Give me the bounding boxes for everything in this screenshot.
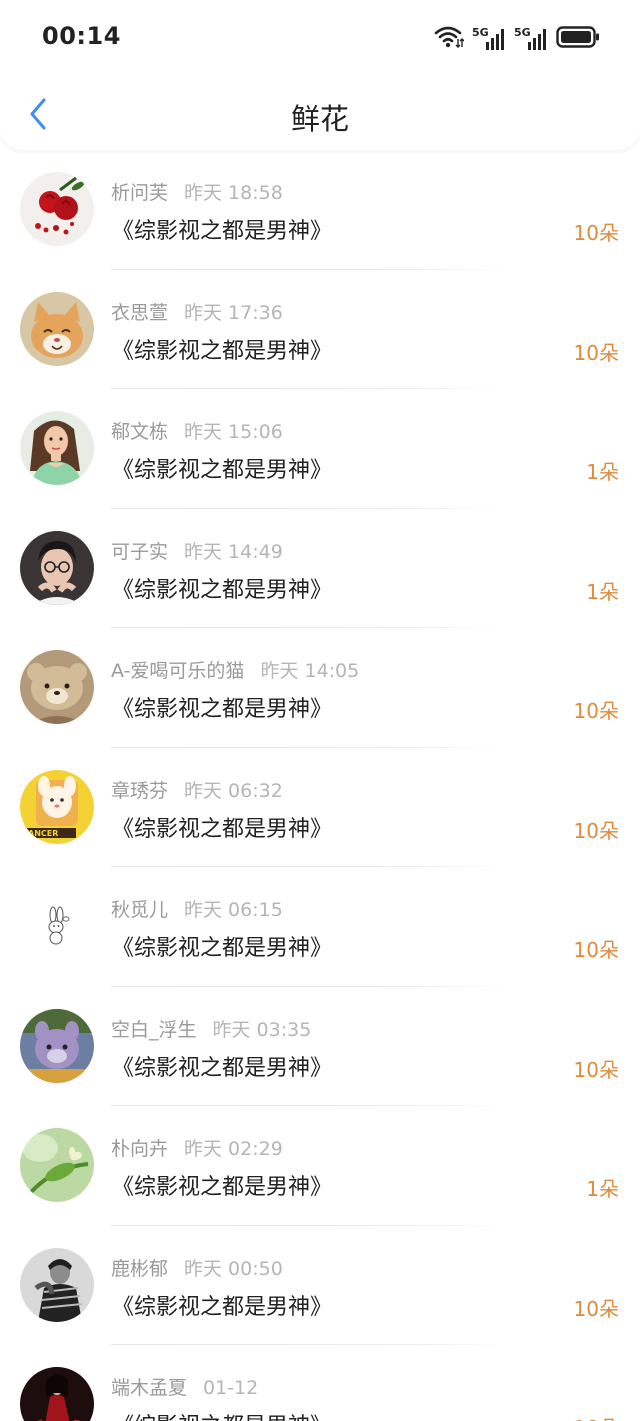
wifi-icon bbox=[434, 25, 465, 53]
send-time: 昨天 06:15 bbox=[184, 899, 283, 921]
status-time: 00:14 bbox=[42, 22, 121, 50]
sender-name: 端木孟夏 bbox=[111, 1377, 188, 1399]
page-title: 鲜花 bbox=[290, 102, 349, 136]
sender-name: 衣思萱 bbox=[111, 301, 169, 324]
sender-name: 朴向卉 bbox=[111, 1138, 169, 1160]
flower-amount: 1朵 bbox=[586, 460, 619, 484]
list-item[interactable]: 朴向卉 昨天 02:29 《综影视之都是男神》 1朵 bbox=[0, 1106, 640, 1226]
flower-record-list: 析问芙 昨天 18:58 《综影视之都是男神》 10朵 衣思萱 昨天 17:36 《综影视之… bbox=[0, 150, 640, 1421]
book-title: 《综影视之都是男神》 bbox=[112, 936, 333, 961]
list-item[interactable]: A-爱喝可乐的猫 昨天 14:05 《综影视之都是男神》 10朵 bbox=[0, 628, 640, 748]
sender-line: 空白_浮生 昨天 03:35 bbox=[111, 1015, 311, 1042]
avatar[interactable] bbox=[20, 650, 94, 724]
book-title: 《综影视之都是男神》 bbox=[112, 577, 333, 603]
signal-5g-icon: 5G bbox=[514, 26, 548, 52]
avatar[interactable] bbox=[20, 889, 94, 963]
top-bar: 00:14 5G 5G 鲜花 bbox=[0, 0, 640, 150]
flower-amount: 1朵 bbox=[586, 1177, 619, 1201]
sender-line: 秋觅儿 昨天 06:15 bbox=[111, 895, 283, 922]
book-title: 《综影视之都是男神》 bbox=[112, 1294, 333, 1320]
flower-amount: 10朵 bbox=[573, 1057, 619, 1082]
book-title: 《综影视之都是男神》 bbox=[112, 219, 333, 244]
list-item[interactable]: 鹿彬郁 昨天 00:50 《综影视之都是男神》 10朵 bbox=[0, 1226, 640, 1345]
list-item[interactable]: 秋觅儿 昨天 06:15 《综影视之都是男神》 10朵 bbox=[0, 867, 640, 987]
sender-line: A-爱喝可乐的猫 昨天 14:05 bbox=[111, 656, 359, 683]
sender-name: 秋觅儿 bbox=[111, 899, 169, 921]
send-time: 昨天 14:05 bbox=[260, 660, 360, 682]
sender-name: 空白_浮生 bbox=[111, 1018, 197, 1041]
sender-name: 析问芙 bbox=[111, 182, 169, 204]
sender-name: A-爱喝可乐的猫 bbox=[111, 660, 245, 682]
sender-line: 可子实 昨天 14:49 bbox=[111, 537, 283, 564]
avatar[interactable] bbox=[20, 291, 94, 366]
list-item[interactable]: 空白_浮生 昨天 03:35 《综影视之都是男神》 10朵 bbox=[0, 987, 640, 1106]
send-time: 昨天 18:58 bbox=[184, 182, 283, 204]
sender-line: 郗文栋 昨天 15:06 bbox=[111, 417, 283, 444]
avatar[interactable]: ANCER bbox=[20, 769, 94, 844]
flower-amount: 10朵 bbox=[573, 938, 619, 962]
send-time: 昨天 14:49 bbox=[184, 540, 283, 563]
send-time: 昨天 06:32 bbox=[184, 779, 283, 802]
send-time: 昨天 00:50 bbox=[184, 1257, 283, 1280]
list-item[interactable]: 郗文栋 昨天 15:06 《综影视之都是男神》 1朵 bbox=[0, 389, 640, 509]
send-time: 昨天 15:06 bbox=[184, 421, 283, 443]
flower-amount: 1朵 bbox=[586, 579, 619, 604]
avatar[interactable] bbox=[20, 530, 94, 605]
signal-5g-icon: 5G bbox=[472, 26, 506, 52]
list-item[interactable]: 衣思萱 昨天 17:36 《综影视之都是男神》 10朵 bbox=[0, 270, 640, 389]
status-bar: 00:14 5G 5G bbox=[0, 0, 640, 78]
flower-amount: 10朵 bbox=[573, 221, 619, 245]
book-title: 《综影视之都是男神》 bbox=[112, 697, 333, 722]
flower-amount: 10朵 bbox=[573, 699, 619, 723]
book-title: 《综影视之都是男神》 bbox=[112, 1175, 333, 1200]
send-time: 01-12 bbox=[203, 1377, 259, 1399]
avatar[interactable] bbox=[20, 172, 94, 246]
battery-icon bbox=[556, 25, 600, 53]
sender-line: 朴向卉 昨天 02:29 bbox=[111, 1134, 283, 1161]
avatar[interactable] bbox=[20, 1247, 94, 1322]
sender-name: 可子实 bbox=[111, 540, 169, 563]
send-time: 昨天 17:36 bbox=[184, 301, 283, 324]
sender-line: 衣思萱 昨天 17:36 bbox=[111, 298, 283, 325]
svg-text:ANCER: ANCER bbox=[28, 829, 58, 838]
sender-name: 鹿彬郁 bbox=[111, 1257, 169, 1280]
sender-line: 端木孟夏 01-12 bbox=[111, 1373, 258, 1400]
book-title: 《综影视之都是男神》 bbox=[112, 816, 333, 842]
send-time: 昨天 03:35 bbox=[212, 1018, 312, 1041]
sender-line: 析问芙 昨天 18:58 bbox=[111, 178, 283, 205]
book-title: 《综影视之都是男神》 bbox=[112, 458, 333, 483]
flower-amount: 10朵 bbox=[573, 818, 619, 843]
sender-line: 鹿彬郁 昨天 00:50 bbox=[111, 1254, 283, 1281]
sender-name: 章琇芬 bbox=[111, 779, 169, 802]
book-title: 《综影视之都是男神》 bbox=[112, 1408, 332, 1421]
avatar[interactable] bbox=[20, 411, 94, 485]
avatar[interactable] bbox=[20, 1128, 94, 1202]
sender-line: 章琇芬 昨天 06:32 bbox=[111, 776, 283, 803]
book-title: 《综影视之都是男神》 bbox=[112, 338, 333, 364]
send-time: 昨天 02:29 bbox=[184, 1138, 283, 1160]
status-icons: 5G 5G bbox=[434, 24, 600, 54]
book-title: 《综影视之都是男神》 bbox=[112, 1055, 333, 1081]
flower-amount: 10朵 bbox=[573, 340, 619, 365]
list-item[interactable]: 析问芙 昨天 18:58 《综影视之都是男神》 10朵 bbox=[0, 150, 640, 270]
avatar[interactable] bbox=[20, 1008, 94, 1083]
navigation-bar: 鲜花 bbox=[0, 78, 640, 150]
sender-name: 郗文栋 bbox=[111, 421, 169, 443]
flower-records-page: 00:14 5G 5G 鲜花 析问芙 昨天 18:58 《综影视之都是男神》 1… bbox=[0, 0, 640, 1421]
list-item[interactable]: 端木孟夏 01-12 《综影视之都是男神》 10朵 bbox=[0, 1345, 640, 1421]
flower-amount: 10朵 bbox=[574, 1412, 619, 1421]
flower-amount: 10朵 bbox=[573, 1296, 619, 1321]
avatar[interactable] bbox=[20, 1367, 94, 1421]
list-item[interactable]: 可子实 昨天 14:49 《综影视之都是男神》 1朵 bbox=[0, 509, 640, 628]
list-item[interactable]: ANCER 章琇芬 昨天 06:32 《综影视之都是男神》 10朵 bbox=[0, 748, 640, 867]
